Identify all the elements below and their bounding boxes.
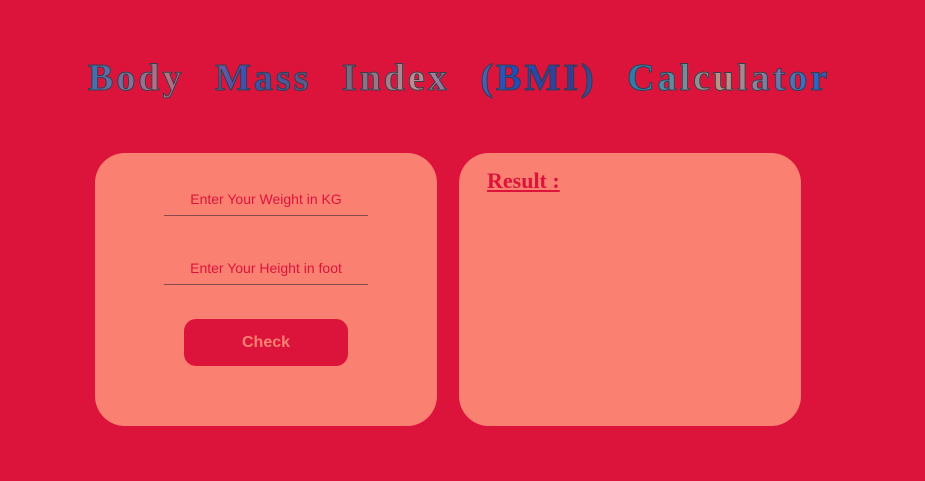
result-label: Result : xyxy=(487,168,560,193)
check-button[interactable]: Check xyxy=(184,319,348,366)
weight-input[interactable] xyxy=(164,183,368,216)
height-input[interactable] xyxy=(164,252,368,285)
input-panel: Check xyxy=(95,153,437,426)
result-panel: Result : xyxy=(459,153,801,426)
page-title: Body Mass Index (BMI) Calculator xyxy=(0,56,925,100)
